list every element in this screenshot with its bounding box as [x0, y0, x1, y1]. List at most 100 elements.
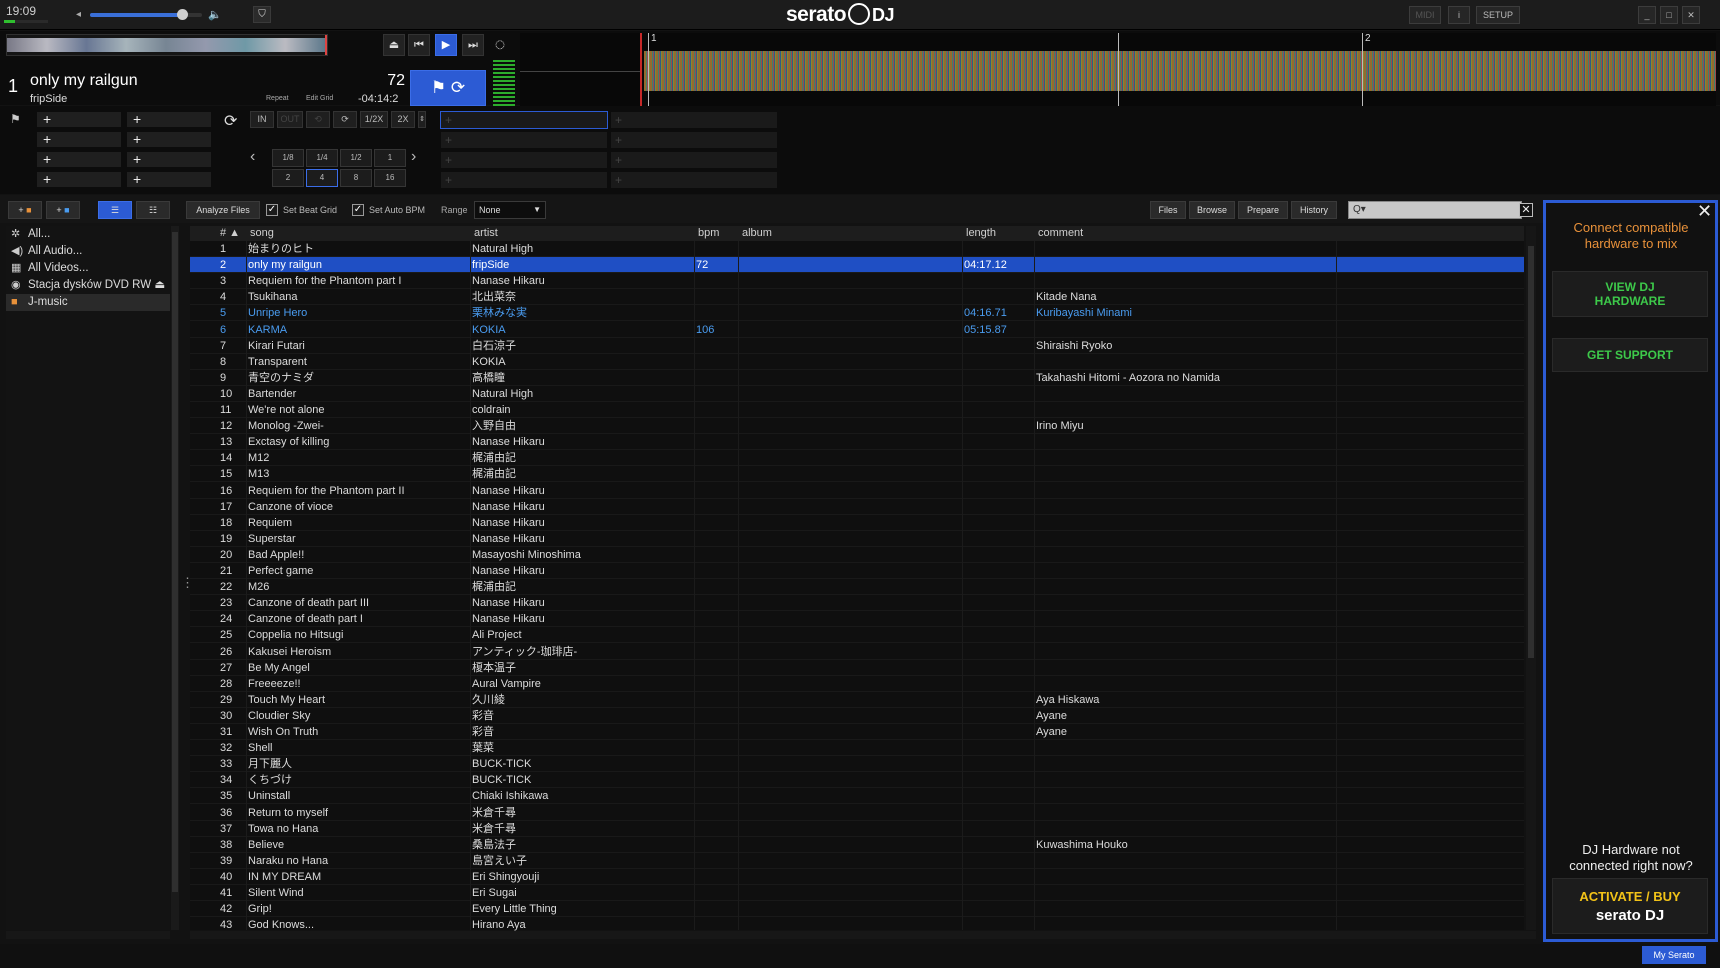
loop-toggle-button[interactable]: ⟳ [333, 111, 357, 128]
auto-loop-button-selected[interactable]: 4 [306, 169, 338, 187]
table-row[interactable]: 15 M13 梶浦由記 [190, 466, 1524, 483]
main-waveform[interactable]: 1 2 [520, 33, 1716, 107]
my-serato-button[interactable]: My Serato [1642, 946, 1706, 964]
cue-slot[interactable]: + [36, 171, 122, 188]
cue-slot[interactable]: + [126, 171, 212, 188]
table-row[interactable]: 1 始まりのヒト Natural High [190, 241, 1524, 258]
chevron-right-icon[interactable]: › [411, 148, 416, 166]
loop-double-button[interactable]: 2X [391, 111, 415, 128]
set-auto-bpm-checkbox[interactable]: ✓ [352, 204, 364, 216]
auto-loop-button[interactable]: 1/8 [272, 149, 304, 167]
table-row[interactable]: 3 Requiem for the Phantom part I Nanase Hi… [190, 273, 1524, 290]
sampler-slot[interactable]: + [610, 111, 778, 129]
loop-half-button[interactable]: 1/2X [360, 111, 388, 128]
column-header-artist[interactable]: artist [472, 226, 498, 241]
table-row[interactable]: 34 くちづけ BUCK-TICK [190, 772, 1524, 789]
sampler-slot[interactable]: + [440, 151, 608, 169]
track-overview-waveform[interactable] [6, 34, 328, 56]
table-row[interactable]: 28 Freeeeze!! Aural Vampire [190, 676, 1524, 692]
table-scrollbar-thumb[interactable] [1528, 246, 1534, 658]
sampler-slot[interactable]: + [610, 171, 778, 189]
get-support-button[interactable]: GET SUPPORT [1552, 338, 1708, 372]
column-header-bpm[interactable]: bpm [696, 226, 719, 241]
add-smart-crate-button[interactable]: + ■ [46, 201, 80, 219]
add-crate-button[interactable]: + ■ [8, 201, 42, 219]
auto-loop-button[interactable]: 1/2 [340, 149, 372, 167]
sidebar-item-all[interactable]: ✲ All... [6, 226, 170, 243]
volume-down-icon[interactable]: ◂ [76, 9, 81, 20]
chevron-left-icon[interactable]: ‹ [250, 148, 255, 166]
table-row[interactable]: 18 Requiem Nanase Hikaru [190, 515, 1524, 531]
table-row[interactable]: 26 Kakusei Heroism アンティック-珈琲店- [190, 644, 1524, 660]
loop-stepper[interactable]: ⇕ [418, 111, 426, 128]
column-header-number[interactable]: # ▲ [218, 226, 246, 241]
table-row[interactable]: 10 Bartender Natural High [190, 386, 1524, 402]
browse-button[interactable]: Browse [1189, 201, 1235, 219]
sampler-slot[interactable]: + [610, 151, 778, 169]
table-horizontal-scrollbar[interactable] [190, 931, 1536, 939]
search-input[interactable]: Q▾ [1348, 201, 1522, 219]
platter-icon[interactable]: ◌ [489, 34, 511, 56]
next-track-button[interactable]: ⏭ [462, 34, 484, 56]
set-beat-grid-checkbox[interactable]: ✓ [266, 204, 278, 216]
column-header-album[interactable]: album [740, 226, 772, 241]
table-row[interactable]: 6 KARMA KOKIA 106 05:15.87 [190, 322, 1524, 338]
window-maximize-button[interactable]: □ [1660, 6, 1678, 24]
column-header-comment[interactable]: comment [1036, 226, 1083, 241]
range-select[interactable]: None ▼ [474, 201, 546, 219]
table-row[interactable]: 41 Silent Wind Eri Sugai [190, 885, 1524, 902]
midi-button[interactable]: MIDI [1409, 6, 1441, 24]
cue-slot[interactable]: + [36, 131, 122, 148]
loop-in-button[interactable]: IN [250, 111, 274, 128]
close-icon[interactable]: ✕ [1697, 201, 1712, 222]
repeat-label[interactable]: Repeat [266, 95, 289, 102]
sidebar-scrollbar-thumb[interactable] [172, 232, 178, 892]
edit-grid-label[interactable]: Edit Grid [306, 95, 333, 102]
table-row[interactable]: 17 Canzone of vioce Nanase Hikaru [190, 499, 1524, 515]
table-row[interactable]: 20 Bad Apple!! Masayoshi Minoshima [190, 547, 1524, 563]
table-row[interactable]: 7 Kirari Futari 白石涼子 Shiraishi Ryoko [190, 338, 1524, 354]
sidebar-scrollbar[interactable] [171, 226, 179, 930]
table-row[interactable]: 5 Unripe Hero 栗林みな実 04:16.71 Kuribayashi Min… [190, 305, 1524, 322]
sidebar-item-dvd-drive[interactable]: ◉ Stacja dysków DVD RW ⏏ [6, 277, 170, 294]
eject-icon[interactable]: ⏏ [151, 279, 165, 291]
history-button[interactable]: History [1291, 201, 1337, 219]
table-row[interactable]: 8 Transparent KOKIA [190, 354, 1524, 370]
window-minimize-button[interactable]: _ [1638, 6, 1656, 24]
auto-loop-button[interactable]: 2 [272, 169, 304, 187]
cue-sync-button[interactable]: ⚑ ⟳ [410, 70, 486, 106]
table-row[interactable]: 14 M12 梶浦由記 [190, 450, 1524, 467]
auto-loop-button[interactable]: 1 [374, 149, 406, 167]
table-row[interactable]: 21 Perfect game Nanase Hikaru [190, 563, 1524, 580]
sidebar-item-all-videos[interactable]: ▦ All Videos... [6, 260, 170, 277]
view-list-button[interactable]: ☰ [98, 201, 132, 219]
sidebar-horizontal-scrollbar[interactable] [6, 931, 170, 939]
table-row[interactable]: 38 Believe 桑島法子 Kuwashima Houko [190, 837, 1524, 853]
table-row[interactable]: 19 Superstar Nanase Hikaru [190, 531, 1524, 547]
table-row[interactable]: 36 Return to myself 米倉千尋 [190, 805, 1524, 821]
table-row[interactable]: 39 Naraku no Hana 島宮えい子 [190, 853, 1524, 869]
sampler-slot[interactable]: + [610, 131, 778, 149]
table-row[interactable]: 22 M26 梶浦由記 [190, 579, 1524, 596]
table-row[interactable]: 11 We're not alone coldrain [190, 402, 1524, 419]
search-clear-icon[interactable]: ✕ [1519, 203, 1533, 217]
prepare-button[interactable]: Prepare [1238, 201, 1288, 219]
table-row[interactable]: 32 Shell 葉菜 [190, 740, 1524, 757]
sampler-slot[interactable]: + [440, 111, 608, 129]
table-row[interactable]: 40 IN MY DREAM Eri Shingyouji [190, 869, 1524, 885]
table-row[interactable]: 9 青空のナミダ 高橋瞳 Takahashi Hitomi - Aozora no N… [190, 370, 1524, 386]
table-row[interactable]: 25 Coppelia no Hitsugi Ali Project [190, 627, 1524, 644]
sidebar-item-j-music[interactable]: ■ J-music [6, 294, 170, 311]
table-row[interactable]: 42 Grip! Every Little Thing [190, 901, 1524, 918]
files-button[interactable]: Files [1150, 201, 1186, 219]
setup-button[interactable]: SETUP [1476, 6, 1520, 24]
loop-sync-icon[interactable]: ⟳ [224, 111, 237, 131]
auto-loop-button[interactable]: 1/4 [306, 149, 338, 167]
table-row[interactable]: 30 Cloudier Sky 彩音 Ayane [190, 708, 1524, 724]
cue-slot[interactable]: + [36, 151, 122, 168]
volume-slider-knob[interactable] [176, 9, 188, 20]
sidebar-item-all-audio[interactable]: ◀) All Audio... [6, 243, 170, 260]
table-row[interactable]: 33 月下麗人 BUCK-TICK [190, 756, 1524, 773]
eject-button[interactable]: ⏏ [383, 34, 405, 56]
play-button[interactable]: ▶ [435, 34, 457, 56]
